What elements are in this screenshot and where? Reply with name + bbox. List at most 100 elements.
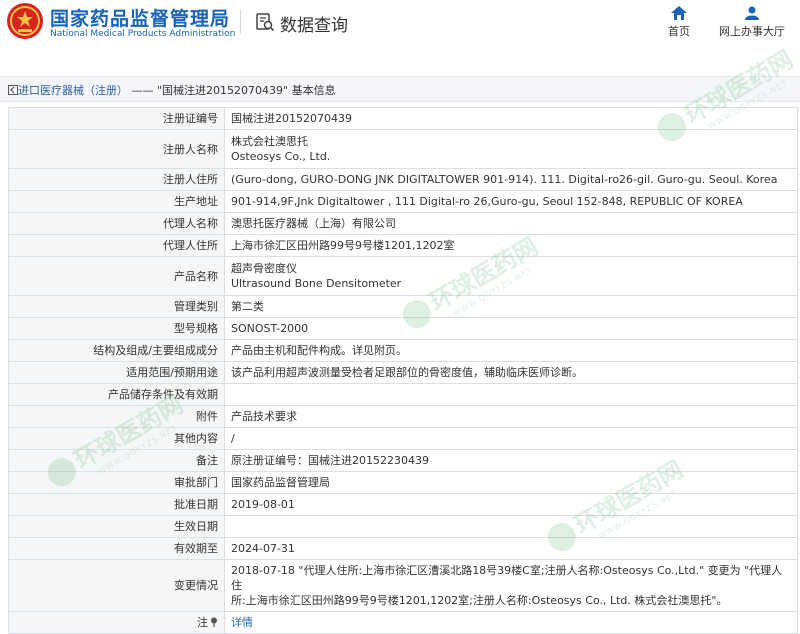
field-value-line: 超声骨密度仪 [231,262,297,275]
field-label: 生效日期 [8,515,225,538]
field-label: 备注 [8,449,225,472]
field-label: 产品名称 [8,256,225,296]
table-row: 附件 产品技术要求 [8,405,798,428]
national-emblem-icon [7,3,43,39]
table-row: 注册人名称 株式会社澳思托 Osteosys Co., Ltd. [8,129,798,169]
field-label: 产品储存条件及有效期 [8,383,225,406]
field-value: 澳思托医疗器械（上海）有限公司 [224,212,798,235]
field-label: 结构及组成/主要组成成分 [8,339,225,362]
field-label: 审批部门 [8,471,225,494]
field-value: 第二类 [224,295,798,318]
field-value: 2019-08-01 [224,493,798,516]
field-label: 批准日期 [8,493,225,516]
field-value-line: 原注册证编号：国械注进20152230439 [231,454,429,467]
table-row: 生效日期 [8,515,798,538]
field-value: 产品技术要求 [224,405,798,428]
field-value-line: 2024-07-31 [231,542,295,555]
field-value-line: 上海市徐汇区田州路99号9号楼1201,1202室 [231,239,455,252]
field-value-line: / [231,432,235,445]
breadcrumb-back-link[interactable]: 进口医疗器械（注册） [18,84,128,97]
table-row: 有效期至 2024-07-31 [8,537,798,560]
field-value: 株式会社澳思托 Osteosys Co., Ltd. [224,129,798,169]
org-name-en: National Medical Products Administration [50,29,236,39]
field-value: 国家药品监督管理局 [224,471,798,494]
field-label: 代理人名称 [8,212,225,235]
field-value-line: 第二类 [231,300,264,313]
field-value-line: 株式会社澳思托 [231,135,308,148]
table-row: 审批部门 国家药品监督管理局 [8,471,798,494]
field-label: 变更情况 [8,559,225,612]
field-value: 上海市徐汇区田州路99号9号楼1201,1202室 [224,234,798,257]
site-header: 国家药品监督管理局 National Medical Products Admi… [0,0,800,44]
registration-info-table: 注册证编号 国械注进20152070439 注册人名称 株式会社澳思托 Osteosys… [8,107,798,634]
field-label: 其他内容 [8,427,225,450]
field-label: 适用范围/预期用途 [8,361,225,384]
table-row: 型号规格 SONOST-2000 [8,317,798,340]
field-value: 超声骨密度仪 Ultrasound Bone Densitometer [224,256,798,296]
field-value: SONOST-2000 [224,317,798,340]
field-label: 生产地址 [8,190,225,213]
data-query-icon [256,13,275,32]
table-row: 注册证编号 国械注进20152070439 [8,107,798,130]
field-value-line: 2018-07-18 "代理人住所:上海市徐汇区漕溪北路18号39楼C室;注册人… [231,564,783,592]
field-value-line: 该产品利用超声波测量受检者足跟部位的骨密度值，辅助临床医师诊断。 [231,366,583,379]
field-value: / [224,427,798,450]
user-icon [745,6,759,20]
nav-online-hall-label: 网上办事大厅 [719,25,785,38]
table-row: 其他内容 / [8,427,798,450]
field-label: 型号规格 [8,317,225,340]
breadcrumb-current: "国械注进20152070439" 基本信息 [157,84,336,97]
field-value [224,383,798,406]
field-value: 901-914,9F,Jnk Digitaltower , 111 Digita… [224,190,798,213]
breadcrumb-separator: —— [131,84,154,97]
field-value-line: 产品技术要求 [231,410,297,423]
table-row: 管理类别 第二类 [8,295,798,318]
nav-online-hall-link[interactable]: 网上办事大厅 [716,6,788,39]
table-row: 备注 原注册证编号：国械注进20152230439 [8,449,798,472]
table-row: 产品储存条件及有效期 [8,383,798,406]
table-row: 代理人住所 上海市徐汇区田州路99号9号楼1201,1202室 [8,234,798,257]
field-label: 有效期至 [8,537,225,560]
field-value-line: 901-914,9F,Jnk Digitaltower , 111 Digita… [231,195,743,208]
field-value: (Guro-dong, GURO-DONG JNK DIGITALTOWER 9… [224,168,798,191]
section-title: 数据查询 [280,16,348,36]
table-row: 结构及组成/主要组成成分 产品由主机和配件构成。详见附页。 [8,339,798,362]
back-icon[interactable] [8,85,18,95]
home-icon [671,6,687,20]
nav-home-link[interactable]: 首页 [663,6,695,39]
table-row: 变更情况 2018-07-18 "代理人住所:上海市徐汇区漕溪北路18号39楼C室… [8,559,798,612]
breadcrumb: 进口医疗器械（注册） —— "国械注进20152070439" 基本信息 [0,76,800,102]
field-label: 注册人名称 [8,129,225,169]
field-value-line: 澳思托医疗器械（上海）有限公司 [231,217,396,230]
field-value: 该产品利用超声波测量受检者足跟部位的骨密度值，辅助临床医师诊断。 [224,361,798,384]
field-label: 管理类别 [8,295,225,318]
detail-link[interactable]: 详情 [231,616,253,629]
field-label: 代理人住所 [8,234,225,257]
field-label: 注册证编号 [8,107,225,130]
table-row: 批准日期 2019-08-01 [8,493,798,516]
field-value-line: Osteosys Co., Ltd. [231,150,331,163]
note-label: 注 [197,616,208,629]
field-value-line: (Guro-dong, GURO-DONG JNK DIGITALTOWER 9… [231,173,778,186]
field-value-line: 国械注进20152070439 [231,112,352,125]
table-row: 生产地址 901-914,9F,Jnk Digitaltower , 111 Di… [8,190,798,213]
field-value: 原注册证编号：国械注进20152230439 [224,449,798,472]
table-row: 注册人住所 (Guro-dong, GURO-DONG JNK DIGITALTO… [8,168,798,191]
pin-icon [211,617,217,627]
field-value: 产品由主机和配件构成。详见附页。 [224,339,798,362]
breadcrumb-text: 进口医疗器械（注册） —— "国械注进20152070439" 基本信息 [8,82,336,98]
field-value-line: 2019-08-01 [231,498,295,511]
field-value: 2024-07-31 [224,537,798,560]
table-row: 适用范围/预期用途 该产品利用超声波测量受检者足跟部位的骨密度值，辅助临床医师诊断… [8,361,798,384]
field-label: 注册人住所 [8,168,225,191]
table-row: 产品名称 超声骨密度仪 Ultrasound Bone Densitometer [8,256,798,296]
field-value-line: SONOST-2000 [231,322,309,335]
field-value-line: 产品由主机和配件构成。详见附页。 [231,344,407,357]
field-value: 国械注进20152070439 [224,107,798,130]
table-row: 代理人名称 澳思托医疗器械（上海）有限公司 [8,212,798,235]
field-label: 附件 [8,405,225,428]
field-value-line: Ultrasound Bone Densitometer [231,277,402,290]
field-value-line: 所:上海市徐汇区田州路99号9号楼1201,1202室;注册人名称:Osteos… [231,594,728,607]
header-divider [240,10,241,34]
org-name-cn: 国家药品监督管理局 [50,8,231,30]
